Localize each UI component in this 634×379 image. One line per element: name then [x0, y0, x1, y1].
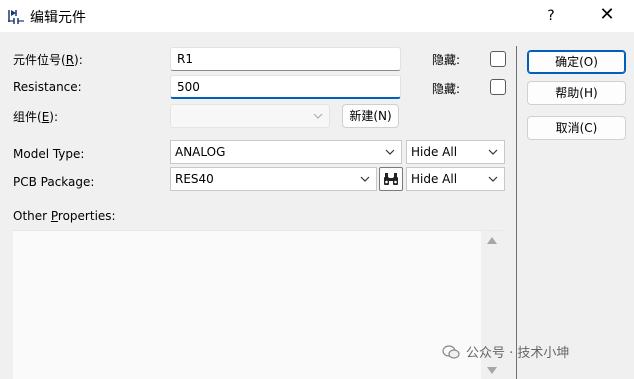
- help-button[interactable]: 帮助(H): [527, 81, 626, 105]
- window-title: 编辑元件: [30, 10, 86, 26]
- other-properties-label: Other Properties:: [13, 209, 116, 223]
- resistance-input[interactable]: 500: [170, 75, 401, 99]
- hide-resistance-checkbox[interactable]: [490, 79, 506, 95]
- designator-input[interactable]: R1: [170, 47, 401, 71]
- chevron-down-icon: [360, 176, 370, 182]
- component-icon: [8, 10, 24, 24]
- chevron-down-icon: [313, 113, 323, 119]
- cancel-button[interactable]: 取消(C): [527, 116, 626, 140]
- watermark-text: 公众号 · 技术小坤: [466, 346, 570, 361]
- hide-designator-checkbox[interactable]: [490, 51, 506, 67]
- model-type-visibility-value: Hide All: [411, 145, 458, 159]
- chevron-down-icon: [488, 176, 498, 182]
- pcb-package-visibility-value: Hide All: [411, 172, 458, 186]
- other-properties-textarea[interactable]: [13, 230, 503, 379]
- model-type-value: ANALOG: [175, 145, 226, 159]
- pcb-package-select[interactable]: RES40: [170, 167, 377, 191]
- model-type-label: Model Type:: [13, 147, 85, 161]
- chevron-down-icon: [488, 149, 498, 155]
- divider: [516, 46, 517, 379]
- chevron-down-icon: [385, 149, 395, 155]
- hide-resistance-label: 隐藏:: [432, 82, 461, 96]
- model-type-visibility-select[interactable]: Hide All: [406, 140, 505, 164]
- watermark: 公众号 · 技术小坤: [442, 342, 569, 361]
- component-label: 组件(E):: [13, 110, 59, 124]
- browse-package-button[interactable]: [379, 167, 403, 191]
- component-select[interactable]: [170, 104, 330, 128]
- scroll-down-icon[interactable]: [487, 367, 497, 374]
- resistance-label: Resistance:: [13, 80, 82, 94]
- pcb-package-label: PCB Package:: [13, 175, 95, 189]
- pcb-package-value: RES40: [175, 172, 214, 186]
- designator-label: 元件位号(R):: [13, 53, 83, 67]
- scroll-up-icon[interactable]: [487, 237, 497, 244]
- help-icon[interactable]: ?: [540, 4, 562, 28]
- hide-designator-label: 隐藏:: [432, 53, 461, 67]
- title-bar: 编辑元件 ? ✕: [0, 0, 634, 32]
- dialog-body: 元件位号(R): R1 隐藏: Resistance: 500 隐藏: 组件(E…: [0, 32, 634, 379]
- binoculars-icon: [384, 173, 398, 185]
- model-type-select[interactable]: ANALOG: [170, 140, 402, 164]
- new-component-button[interactable]: 新建(N): [342, 104, 399, 128]
- ok-button[interactable]: 确定(O): [527, 50, 626, 74]
- wechat-icon: [442, 345, 460, 359]
- pcb-package-visibility-select[interactable]: Hide All: [406, 167, 505, 191]
- close-icon[interactable]: ✕: [594, 4, 620, 28]
